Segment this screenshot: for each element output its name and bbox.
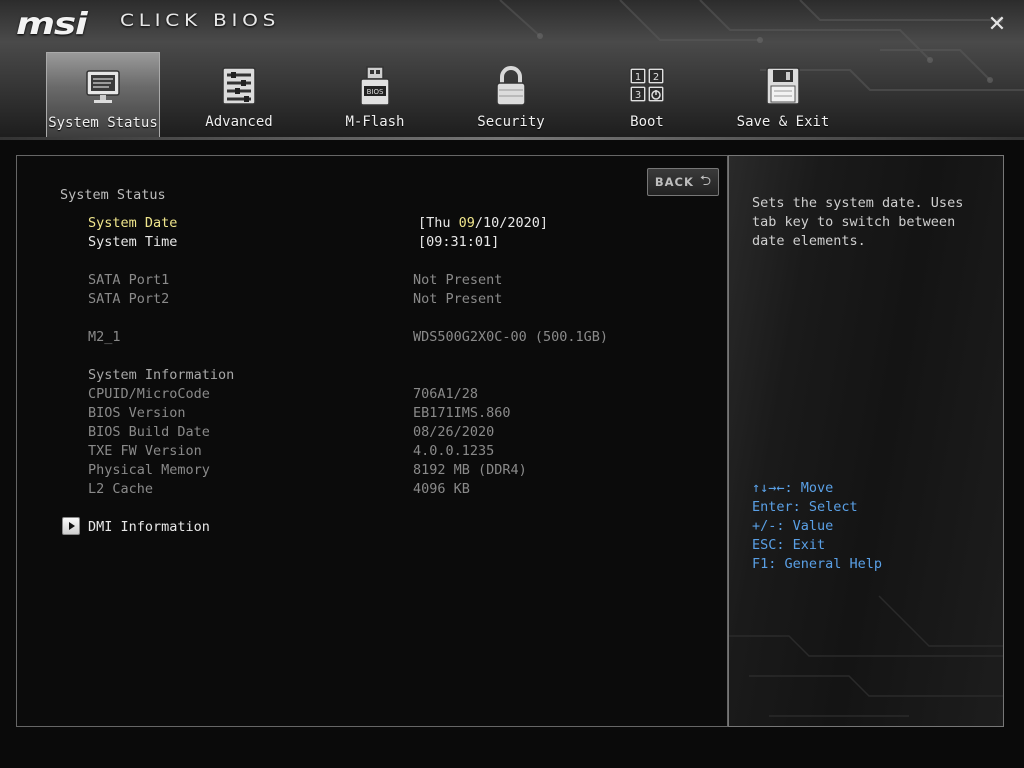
floppy-disk-icon xyxy=(766,67,800,105)
bios-build-date-value: 08/26/2020 xyxy=(413,424,495,440)
tab-label: Security xyxy=(477,114,545,130)
system-time-value[interactable]: [09:31:01] xyxy=(418,234,499,250)
boot-digit-2: 2 xyxy=(653,72,659,83)
key-value: +/-: Value xyxy=(752,518,834,534)
system-date-label[interactable]: System Date xyxy=(88,215,177,231)
system-information-title: System Information xyxy=(88,367,235,383)
brand-logo: msi CLICK BIOS xyxy=(16,6,275,42)
main-tabs: System Status Advanced BIOS M-Flash Secu… xyxy=(0,52,1024,138)
physical-memory-label: Physical Memory xyxy=(88,462,210,478)
physical-memory-value: 8192 MB (DDR4) xyxy=(413,462,527,478)
date-month[interactable]: 09 xyxy=(459,215,475,231)
back-label: BACK xyxy=(654,175,694,189)
system-date-value[interactable]: [Thu 09/10/2020] xyxy=(418,215,548,231)
key-select: Enter: Select xyxy=(752,499,858,515)
boot-digit-1: 1 xyxy=(635,72,641,83)
key-legend: ↑↓→←: Move Enter: Select +/-: Value ESC:… xyxy=(752,479,882,574)
l2-cache-value: 4096 KB xyxy=(413,481,470,497)
l2-cache-label: L2 Cache xyxy=(88,481,154,497)
padlock-icon xyxy=(496,66,526,106)
cpuid-label: CPUID/MicroCode xyxy=(88,386,210,402)
bios-header: msi CLICK BIOS ✕ System Status Advanced … xyxy=(0,0,1024,140)
key-general-help: F1: General Help xyxy=(752,556,883,572)
txe-fw-version-label: TXE FW Version xyxy=(88,443,202,459)
usb-drive-icon: BIOS xyxy=(360,66,390,106)
cpuid-value: 706A1/28 xyxy=(413,386,479,402)
monitor-icon xyxy=(86,70,120,103)
return-arrow-icon: ⮌ xyxy=(699,173,712,189)
tab-label: M-Flash xyxy=(345,114,405,130)
boot-order-icon: 1 2 3 xyxy=(629,67,665,103)
sata-port2-value: Not Present xyxy=(413,291,503,307)
system-status-panel: BACK ⮌ System Status System Date [Thu 09… xyxy=(16,155,728,727)
sliders-icon xyxy=(222,67,256,105)
tab-label: Boot xyxy=(630,114,664,130)
tab-save-exit[interactable]: Save & Exit xyxy=(726,52,840,138)
help-panel: Sets the system date. Uses tab key to sw… xyxy=(728,155,1004,727)
key-exit: ESC: Exit xyxy=(752,537,826,553)
sata-port1-label: SATA Port1 xyxy=(88,272,170,288)
tab-advanced[interactable]: Advanced xyxy=(182,52,296,138)
close-icon[interactable]: ✕ xyxy=(986,14,1008,36)
header-divider xyxy=(0,137,1024,140)
sata-port2-label: SATA Port2 xyxy=(88,291,170,307)
date-prefix: [Thu xyxy=(418,215,459,231)
tab-system-status[interactable]: System Status xyxy=(46,52,160,138)
product-name: CLICK BIOS xyxy=(120,11,281,31)
key-move: ↑↓→←: Move xyxy=(752,480,834,496)
dmi-information-link[interactable]: DMI Information xyxy=(88,519,210,535)
tab-m-flash[interactable]: BIOS M-Flash xyxy=(318,52,432,138)
usb-bios-label: BIOS xyxy=(367,88,384,96)
tab-boot[interactable]: 1 2 3 Boot xyxy=(590,52,704,138)
bios-version-label: BIOS Version xyxy=(88,405,186,421)
sata-port1-value: Not Present xyxy=(413,272,503,288)
tab-label: Advanced xyxy=(205,114,273,130)
submenu-arrow-icon[interactable] xyxy=(62,517,80,535)
tab-label: Save & Exit xyxy=(736,114,830,130)
boot-digit-3: 3 xyxy=(635,90,641,101)
section-title: System Status xyxy=(60,187,166,203)
m2-value: WDS500G2X0C-00 (500.1GB) xyxy=(413,329,609,345)
txe-fw-version-value: 4.0.0.1235 xyxy=(413,443,495,459)
tab-label: System Status xyxy=(48,115,158,131)
m2-label: M2_1 xyxy=(88,329,121,345)
date-rest: /10/2020] xyxy=(474,215,549,231)
system-time-label[interactable]: System Time xyxy=(88,234,177,250)
help-description: Sets the system date. Uses tab key to sw… xyxy=(752,195,964,249)
back-button[interactable]: BACK ⮌ xyxy=(647,168,719,196)
bios-build-date-label: BIOS Build Date xyxy=(88,424,210,440)
bios-version-value: EB171IMS.860 xyxy=(413,405,511,421)
msi-logo: msi xyxy=(16,6,88,42)
tab-security[interactable]: Security xyxy=(454,52,568,138)
